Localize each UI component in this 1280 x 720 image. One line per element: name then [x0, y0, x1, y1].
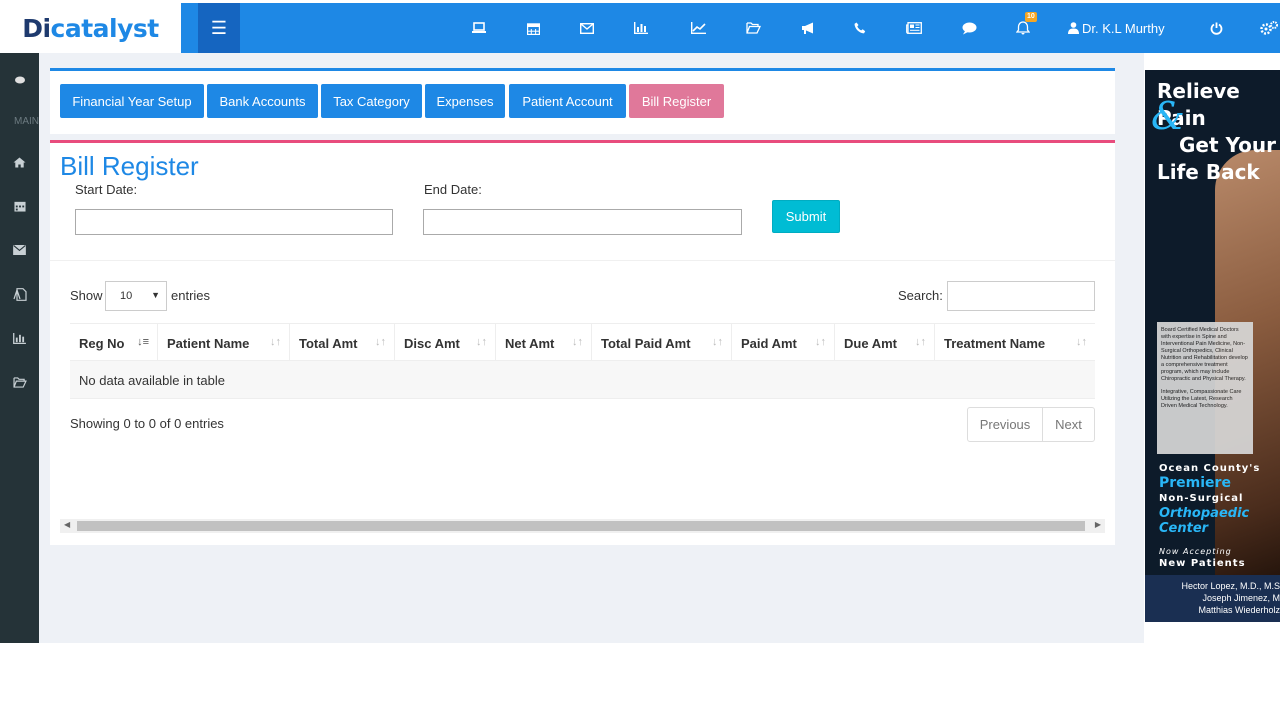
end-date-label: End Date:: [424, 182, 482, 197]
ad-line: Center: [1159, 521, 1209, 536]
advertisement-banner[interactable]: Relieve Pain Get Your Life Back & Board …: [1145, 70, 1280, 622]
tab-bill-register[interactable]: Bill Register: [629, 84, 724, 118]
scroll-right-icon[interactable]: ▶: [1095, 520, 1101, 529]
previous-button[interactable]: Previous: [967, 407, 1043, 442]
phone-icon[interactable]: [846, 3, 874, 53]
column-treatment-name[interactable]: Treatment Name ↓↑: [935, 324, 1095, 362]
envelope-icon[interactable]: [573, 3, 601, 53]
bill-register-card: Bill Register Start Date: End Date: Subm…: [50, 140, 1115, 545]
search-input[interactable]: [947, 281, 1095, 311]
user-menu[interactable]: Dr. K.L Murthy: [1068, 3, 1165, 53]
calendar-icon[interactable]: [519, 3, 547, 53]
table-header: Reg No ↓≡ Patient Name ↓↑ Total Amt ↓↑ Disc…: [70, 323, 1095, 362]
column-disc-amt[interactable]: Disc Amt ↓↑: [395, 324, 496, 362]
notification-badge: 10: [1025, 12, 1037, 22]
ad-footer: Hector Lopez, M.D., M.S Joseph Jimenez, …: [1145, 575, 1280, 622]
folder-open-icon[interactable]: [0, 367, 39, 397]
ad-line: Orthopaedic: [1159, 506, 1250, 521]
gears-icon[interactable]: [1255, 3, 1280, 53]
sort-icon: ↓↑: [476, 336, 487, 348]
sidebar: MAIN: [0, 53, 39, 643]
user-name: Dr. K.L Murthy: [1082, 20, 1165, 36]
top-navbar: Dicatalyst ☰ 10 Dr. K.L Murthy: [0, 3, 1280, 53]
next-button[interactable]: Next: [1042, 407, 1095, 442]
hamburger-icon: ☰: [210, 17, 228, 38]
newspaper-icon[interactable]: [900, 3, 928, 53]
folder-open-icon[interactable]: [739, 3, 767, 53]
ad-ampersand: &: [1151, 94, 1185, 138]
bar-chart-icon[interactable]: [627, 3, 655, 53]
column-reg-no[interactable]: Reg No ↓≡: [70, 324, 158, 362]
status-dot-icon: [0, 65, 39, 95]
horizontal-scrollbar[interactable]: ◀ ▶: [60, 519, 1105, 533]
sort-icon: ↓↑: [375, 336, 386, 348]
tab-financial-year-setup[interactable]: Financial Year Setup: [60, 84, 204, 118]
menu-toggle-button[interactable]: ☰: [198, 3, 240, 53]
bullhorn-icon[interactable]: [794, 3, 822, 53]
home-icon[interactable]: [0, 147, 39, 177]
calendar-icon[interactable]: [0, 191, 39, 221]
end-date-input[interactable]: [423, 209, 742, 235]
ad-line: Now Accepting: [1159, 547, 1232, 556]
divider: [50, 260, 1115, 261]
tab-patient-account[interactable]: Patient Account: [509, 84, 626, 118]
comment-icon[interactable]: [955, 3, 983, 53]
sort-icon: ↓↑: [1076, 336, 1087, 348]
start-date-input[interactable]: [75, 209, 393, 235]
empty-table-message: No data available in table: [70, 361, 1095, 399]
column-total-paid-amt[interactable]: Total Paid Amt ↓↑: [592, 324, 732, 362]
column-net-amt[interactable]: Net Amt ↓↑: [496, 324, 592, 362]
ad-line: New Patients: [1159, 558, 1246, 569]
tab-bank-accounts[interactable]: Bank Accounts: [207, 84, 318, 118]
sort-icon: ↓↑: [815, 336, 826, 348]
brand-logo[interactable]: Dicatalyst: [0, 3, 181, 53]
entries-select[interactable]: 10 ▼: [105, 281, 167, 311]
line-chart-icon[interactable]: [684, 3, 712, 53]
ad-line: Ocean County's: [1159, 463, 1261, 474]
column-total-amt[interactable]: Total Amt ↓↑: [290, 324, 395, 362]
user-icon: [1068, 22, 1079, 34]
ad-line: Premiere: [1159, 475, 1231, 491]
pdf-file-icon[interactable]: [0, 279, 39, 309]
sort-icon: ↓↑: [270, 336, 281, 348]
power-icon[interactable]: [1202, 3, 1230, 53]
show-label: Show: [70, 288, 103, 303]
bar-chart-icon[interactable]: [0, 323, 39, 353]
entries-select-value: 10: [120, 290, 133, 302]
accounts-tabs-card: Financial Year Setup Bank Accounts Tax C…: [50, 68, 1115, 134]
envelope-icon[interactable]: [0, 235, 39, 265]
laptop-icon[interactable]: [465, 3, 493, 53]
sidebar-section-label: MAIN: [14, 116, 39, 127]
page-title: Bill Register: [60, 151, 199, 181]
start-date-label: Start Date:: [75, 182, 138, 197]
caret-down-icon: ▼: [151, 290, 160, 300]
bell-icon[interactable]: 10: [1009, 3, 1037, 53]
column-paid-amt[interactable]: Paid Amt ↓↑: [732, 324, 835, 362]
tab-expenses[interactable]: Expenses: [425, 84, 505, 118]
ad-line: Non-Surgical: [1159, 493, 1244, 504]
ad-info-box: Board Certified Medical Doctors with exp…: [1157, 322, 1253, 454]
tab-tax-category[interactable]: Tax Category: [321, 84, 422, 118]
column-due-amt[interactable]: Due Amt ↓↑: [835, 324, 935, 362]
sort-icon: ↓↑: [712, 336, 723, 348]
sort-icon: ↓↑: [572, 336, 583, 348]
submit-button[interactable]: Submit: [772, 200, 840, 233]
scrollbar-thumb[interactable]: [77, 521, 1085, 531]
entries-label: entries: [171, 288, 211, 303]
table-info: Showing 0 to 0 of 0 entries: [70, 416, 224, 431]
search-label: Search:: [898, 288, 943, 303]
scroll-left-icon[interactable]: ◀: [64, 520, 70, 529]
sort-asc-icon: ↓≡: [137, 336, 149, 348]
sort-icon: ↓↑: [915, 336, 926, 348]
column-patient-name[interactable]: Patient Name ↓↑: [158, 324, 290, 362]
